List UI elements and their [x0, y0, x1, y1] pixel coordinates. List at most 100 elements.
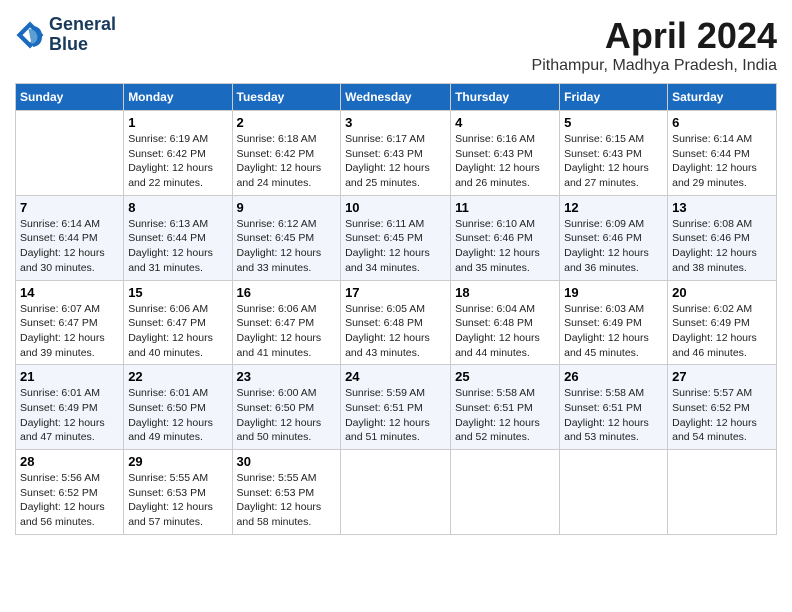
day-number: 10 [345, 200, 446, 215]
day-number: 2 [237, 115, 337, 130]
logo-icon [15, 20, 45, 50]
calendar-cell: 2 Sunrise: 6:18 AMSunset: 6:42 PMDaylight… [232, 111, 341, 196]
calendar-cell: 8 Sunrise: 6:13 AMSunset: 6:44 PMDaylight… [124, 195, 232, 280]
cell-content: Sunrise: 5:58 AMSunset: 6:51 PMDaylight:… [564, 386, 663, 445]
calendar-cell: 25Sunrise: 5:58 AMSunset: 6:51 PMDayligh… [451, 365, 560, 450]
weekday-header: Sunday [16, 84, 124, 111]
cell-content: Sunrise: 6:10 AMSunset: 6:46 PMDaylight:… [455, 217, 555, 276]
calendar-cell: 27 Sunrise: 5:57 AMSunset: 6:52 PMDayligh… [668, 365, 777, 450]
calendar-cell [560, 450, 668, 535]
day-number: 12 [564, 200, 663, 215]
calendar-cell: 24 Sunrise: 5:59 AMSunset: 6:51 PMDayligh… [341, 365, 451, 450]
cell-content: Sunrise: 6:03 AMSunset: 6:49 PMDaylight:… [564, 302, 663, 361]
calendar-cell [668, 450, 777, 535]
cell-content: Sunrise: 6:06 AMSunset: 6:47 PMDaylight:… [128, 302, 227, 361]
day-number: 22 [128, 369, 227, 384]
cell-content: Sunrise: 5:59 AMSunset: 6:51 PMDaylight:… [345, 386, 446, 445]
day-number: 24 [345, 369, 446, 384]
day-number: 26 [564, 369, 663, 384]
calendar-cell [341, 450, 451, 535]
cell-content: Sunrise: 6:05 AMSunset: 6:48 PMDaylight:… [345, 302, 446, 361]
weekday-header: Tuesday [232, 84, 341, 111]
day-number: 21 [20, 369, 119, 384]
cell-content: Sunrise: 6:18 AMSunset: 6:42 PMDaylight:… [237, 132, 337, 191]
calendar-cell: 20 Sunrise: 6:02 AMSunset: 6:49 PMDayligh… [668, 280, 777, 365]
calendar-cell: 3Sunrise: 6:17 AMSunset: 6:43 PMDaylight… [341, 111, 451, 196]
weekday-header: Thursday [451, 84, 560, 111]
calendar-week-row: 7 Sunrise: 6:14 AMSunset: 6:44 PMDaylight… [16, 195, 777, 280]
cell-content: Sunrise: 6:14 AMSunset: 6:44 PMDaylight:… [20, 217, 119, 276]
calendar-cell: 7 Sunrise: 6:14 AMSunset: 6:44 PMDaylight… [16, 195, 124, 280]
day-number: 6 [672, 115, 772, 130]
calendar-cell: 29 Sunrise: 5:55 AMSunset: 6:53 PMDayligh… [124, 450, 232, 535]
day-number: 20 [672, 285, 772, 300]
calendar-cell: 30Sunrise: 5:55 AMSunset: 6:53 PMDayligh… [232, 450, 341, 535]
calendar-cell: 17 Sunrise: 6:05 AMSunset: 6:48 PMDayligh… [341, 280, 451, 365]
day-number: 4 [455, 115, 555, 130]
cell-content: Sunrise: 5:56 AMSunset: 6:52 PMDaylight:… [20, 471, 119, 530]
calendar-table: SundayMondayTuesdayWednesdayThursdayFrid… [15, 83, 777, 535]
title-block: April 2024 Pithampur, Madhya Pradesh, In… [532, 15, 777, 75]
cell-content: Sunrise: 6:04 AMSunset: 6:48 PMDaylight:… [455, 302, 555, 361]
day-number: 27 [672, 369, 772, 384]
cell-content: Sunrise: 6:06 AMSunset: 6:47 PMDaylight:… [237, 302, 337, 361]
cell-content: Sunrise: 6:07 AMSunset: 6:47 PMDaylight:… [20, 302, 119, 361]
cell-content: Sunrise: 6:09 AMSunset: 6:46 PMDaylight:… [564, 217, 663, 276]
cell-content: Sunrise: 6:15 AMSunset: 6:43 PMDaylight:… [564, 132, 663, 191]
calendar-cell: 10Sunrise: 6:11 AMSunset: 6:45 PMDayligh… [341, 195, 451, 280]
day-number: 11 [455, 200, 555, 215]
calendar-cell: 4 Sunrise: 6:16 AMSunset: 6:43 PMDaylight… [451, 111, 560, 196]
cell-content: Sunrise: 6:14 AMSunset: 6:44 PMDaylight:… [672, 132, 772, 191]
day-number: 23 [237, 369, 337, 384]
calendar-cell: 16Sunrise: 6:06 AMSunset: 6:47 PMDayligh… [232, 280, 341, 365]
calendar-week-row: 21Sunrise: 6:01 AMSunset: 6:49 PMDayligh… [16, 365, 777, 450]
day-number: 25 [455, 369, 555, 384]
day-number: 29 [128, 454, 227, 469]
calendar-cell: 18 Sunrise: 6:04 AMSunset: 6:48 PMDayligh… [451, 280, 560, 365]
calendar-cell: 5 Sunrise: 6:15 AMSunset: 6:43 PMDaylight… [560, 111, 668, 196]
cell-content: Sunrise: 6:08 AMSunset: 6:46 PMDaylight:… [672, 217, 772, 276]
calendar-cell: 19 Sunrise: 6:03 AMSunset: 6:49 PMDayligh… [560, 280, 668, 365]
calendar-cell: 6 Sunrise: 6:14 AMSunset: 6:44 PMDaylight… [668, 111, 777, 196]
calendar-cell: 14 Sunrise: 6:07 AMSunset: 6:47 PMDayligh… [16, 280, 124, 365]
day-number: 15 [128, 285, 227, 300]
cell-content: Sunrise: 6:01 AMSunset: 6:50 PMDaylight:… [128, 386, 227, 445]
day-number: 9 [237, 200, 337, 215]
calendar-cell: 21Sunrise: 6:01 AMSunset: 6:49 PMDayligh… [16, 365, 124, 450]
calendar-cell: 1Sunrise: 6:19 AMSunset: 6:42 PMDaylight… [124, 111, 232, 196]
cell-content: Sunrise: 5:55 AMSunset: 6:53 PMDaylight:… [237, 471, 337, 530]
day-number: 14 [20, 285, 119, 300]
day-number: 19 [564, 285, 663, 300]
cell-content: Sunrise: 6:16 AMSunset: 6:43 PMDaylight:… [455, 132, 555, 191]
calendar-week-row: 1Sunrise: 6:19 AMSunset: 6:42 PMDaylight… [16, 111, 777, 196]
cell-content: Sunrise: 5:55 AMSunset: 6:53 PMDaylight:… [128, 471, 227, 530]
cell-content: Sunrise: 6:17 AMSunset: 6:43 PMDaylight:… [345, 132, 446, 191]
month-title: April 2024 [532, 15, 777, 57]
weekday-header: Monday [124, 84, 232, 111]
day-number: 18 [455, 285, 555, 300]
day-number: 13 [672, 200, 772, 215]
day-number: 1 [128, 115, 227, 130]
calendar-cell: 15 Sunrise: 6:06 AMSunset: 6:47 PMDayligh… [124, 280, 232, 365]
weekday-header: Friday [560, 84, 668, 111]
cell-content: Sunrise: 6:02 AMSunset: 6:49 PMDaylight:… [672, 302, 772, 361]
day-number: 28 [20, 454, 119, 469]
calendar-week-row: 14 Sunrise: 6:07 AMSunset: 6:47 PMDayligh… [16, 280, 777, 365]
cell-content: Sunrise: 6:12 AMSunset: 6:45 PMDaylight:… [237, 217, 337, 276]
day-number: 8 [128, 200, 227, 215]
day-number: 17 [345, 285, 446, 300]
calendar-cell: 13 Sunrise: 6:08 AMSunset: 6:46 PMDayligh… [668, 195, 777, 280]
day-number: 7 [20, 200, 119, 215]
cell-content: Sunrise: 6:13 AMSunset: 6:44 PMDaylight:… [128, 217, 227, 276]
page-header: General Blue April 2024 Pithampur, Madhy… [15, 15, 777, 75]
calendar-cell [451, 450, 560, 535]
calendar-cell: 23Sunrise: 6:00 AMSunset: 6:50 PMDayligh… [232, 365, 341, 450]
location: Pithampur, Madhya Pradesh, India [532, 57, 777, 75]
weekday-header: Saturday [668, 84, 777, 111]
calendar-cell: 26 Sunrise: 5:58 AMSunset: 6:51 PMDayligh… [560, 365, 668, 450]
calendar-cell: 12 Sunrise: 6:09 AMSunset: 6:46 PMDayligh… [560, 195, 668, 280]
calendar-cell: 11 Sunrise: 6:10 AMSunset: 6:46 PMDayligh… [451, 195, 560, 280]
weekday-header: Wednesday [341, 84, 451, 111]
cell-content: Sunrise: 5:57 AMSunset: 6:52 PMDaylight:… [672, 386, 772, 445]
day-number: 5 [564, 115, 663, 130]
